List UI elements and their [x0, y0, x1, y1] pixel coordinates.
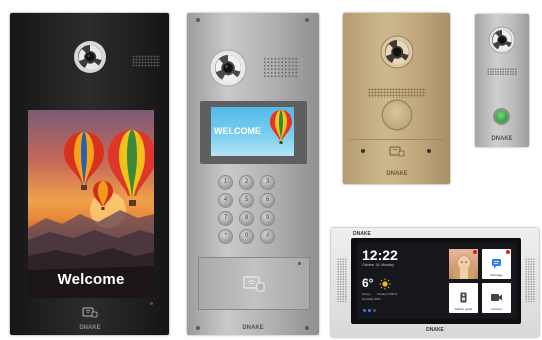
- tile-message[interactable]: Message: [482, 249, 511, 279]
- keypad-key[interactable]: #: [261, 230, 274, 243]
- keypad-key[interactable]: 0: [240, 230, 253, 243]
- notification-badge: [473, 250, 477, 254]
- notification-badge: [506, 250, 510, 254]
- speaker-grille-icon: [337, 258, 347, 302]
- tile-label: Station guide: [454, 307, 473, 311]
- full-screen-door-station: Welcome DNAKE: [10, 13, 169, 335]
- weather-line: Outdoor PM2.5: [377, 292, 398, 296]
- welcome-text: WELCOME: [214, 126, 261, 136]
- keypad-key[interactable]: 4: [219, 194, 232, 207]
- speaker-grille-icon: [487, 68, 517, 76]
- page-indicator: [363, 309, 366, 312]
- tile-camera[interactable]: Camera: [482, 283, 511, 313]
- brand-logo: DNAKE: [426, 327, 444, 333]
- brand-logo: DNAKE: [353, 231, 371, 237]
- tile-label: Camera: [491, 307, 502, 311]
- tile-label: Message: [490, 273, 503, 277]
- keypad-key[interactable]: 6: [261, 194, 274, 207]
- card-reader-icon: [389, 144, 405, 157]
- keypad-key[interactable]: 2: [240, 176, 253, 189]
- keypad-key[interactable]: 5: [240, 194, 253, 207]
- page-indicator: [368, 309, 371, 312]
- keypad-key[interactable]: 1: [219, 176, 232, 189]
- brand-logo: DNAKE: [491, 136, 513, 142]
- card-reader-icon: [243, 275, 265, 292]
- card-reader-icon: [82, 305, 98, 318]
- tile-station[interactable]: Station guide: [449, 283, 478, 313]
- page-indicator: [373, 309, 376, 312]
- indicator-light: [361, 149, 365, 153]
- camera-icon: [380, 35, 414, 69]
- screw: [305, 326, 309, 330]
- indicator-light: [427, 149, 431, 153]
- camera-icon: [490, 290, 503, 301]
- speaker-grille-icon: [525, 258, 535, 302]
- screw: [196, 326, 200, 330]
- clock-time: 12:22: [362, 247, 398, 263]
- keypad-key[interactable]: 9: [261, 212, 274, 225]
- compact-door-station: DNAKE: [475, 14, 529, 147]
- weather-line: Humidity 68%: [362, 297, 381, 301]
- keypad-key[interactable]: 8: [240, 212, 253, 225]
- keypad: 1 2 3 4 5 6 7 8 9 * 0 #: [219, 176, 289, 248]
- keypad-key[interactable]: 7: [219, 212, 232, 225]
- monitor-display: 12:22 October 15, Monday 6° Sunny Outdoo…: [357, 243, 517, 319]
- brand-logo: DNAKE: [386, 171, 408, 177]
- camera-icon: [488, 26, 516, 54]
- keypad-door-station: WELCOME 1 2 3 4 5 6 7 8 9 * 0 # DNAKE: [187, 13, 319, 335]
- screw: [305, 18, 309, 22]
- hot-air-balloon-icon: [93, 181, 113, 210]
- welcome-screen: WELCOME: [211, 107, 294, 156]
- keypad-key[interactable]: *: [219, 230, 232, 243]
- gold-door-station: DNAKE: [343, 13, 450, 184]
- indicator-light: [150, 302, 153, 305]
- temperature: 6°: [362, 276, 374, 290]
- speaker-grille-icon: [368, 88, 426, 98]
- call-button-icon[interactable]: [495, 110, 508, 123]
- sun-icon: [379, 277, 391, 290]
- card-reader-area[interactable]: [198, 257, 310, 310]
- clock-date: October 15, Monday: [362, 263, 394, 267]
- screw: [196, 18, 200, 22]
- speaker-grille-icon: [132, 55, 160, 67]
- station-icon: [458, 290, 469, 303]
- welcome-text: Welcome: [57, 271, 125, 288]
- welcome-screen: Welcome: [28, 110, 154, 298]
- indicator-light: [298, 262, 301, 265]
- indoor-monitor: DNAKE 12:22 October 15, Monday 6° Sunny …: [331, 228, 539, 337]
- tile-visitor[interactable]: [449, 249, 478, 279]
- brand-logo: DNAKE: [79, 325, 101, 331]
- speaker-grille-icon: [263, 57, 299, 79]
- divider: [349, 139, 444, 140]
- brand-logo: DNAKE: [242, 325, 264, 331]
- weather-line: Sunny: [362, 292, 371, 296]
- hot-air-balloon-icon: [270, 110, 292, 144]
- keypad-key[interactable]: 3: [261, 176, 274, 189]
- camera-icon: [73, 40, 107, 74]
- camera-icon: [209, 49, 247, 87]
- message-icon: [491, 256, 502, 269]
- call-button-icon[interactable]: [383, 101, 411, 129]
